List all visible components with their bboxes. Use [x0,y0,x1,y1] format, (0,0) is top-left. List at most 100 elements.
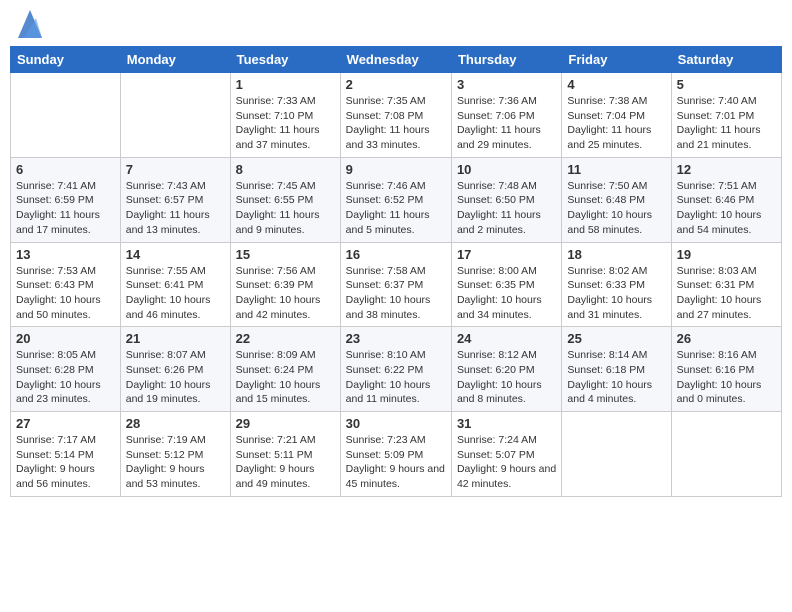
day-number: 22 [236,331,335,346]
calendar-cell: 18 Sunrise: 8:02 AM Sunset: 6:33 PM Dayli… [562,242,671,327]
day-number: 21 [126,331,225,346]
day-number: 9 [346,162,446,177]
calendar-cell: 10 Sunrise: 7:48 AM Sunset: 6:50 PM Dayli… [451,157,561,242]
weekday-header-wednesday: Wednesday [340,47,451,73]
calendar-cell: 22 Sunrise: 8:09 AM Sunset: 6:24 PM Dayli… [230,327,340,412]
calendar-cell [562,412,671,497]
calendar-cell: 6 Sunrise: 7:41 AM Sunset: 6:59 PM Daylig… [11,157,121,242]
calendar-cell: 28 Sunrise: 7:19 AM Sunset: 5:12 PM Dayli… [120,412,230,497]
day-number: 8 [236,162,335,177]
calendar-cell: 31 Sunrise: 7:24 AM Sunset: 5:07 PM Dayli… [451,412,561,497]
calendar-cell: 7 Sunrise: 7:43 AM Sunset: 6:57 PM Daylig… [120,157,230,242]
calendar-cell: 11 Sunrise: 7:50 AM Sunset: 6:48 PM Dayli… [562,157,671,242]
day-detail: Sunrise: 7:19 AM Sunset: 5:12 PM Dayligh… [126,433,225,492]
day-detail: Sunrise: 7:56 AM Sunset: 6:39 PM Dayligh… [236,264,335,323]
day-number: 31 [457,416,556,431]
calendar-cell: 8 Sunrise: 7:45 AM Sunset: 6:55 PM Daylig… [230,157,340,242]
day-detail: Sunrise: 8:10 AM Sunset: 6:22 PM Dayligh… [346,348,446,407]
day-number: 17 [457,247,556,262]
calendar-cell: 24 Sunrise: 8:12 AM Sunset: 6:20 PM Dayli… [451,327,561,412]
calendar-cell: 5 Sunrise: 7:40 AM Sunset: 7:01 PM Daylig… [671,73,781,158]
calendar-cell: 3 Sunrise: 7:36 AM Sunset: 7:06 PM Daylig… [451,73,561,158]
calendar-cell: 17 Sunrise: 8:00 AM Sunset: 6:35 PM Dayli… [451,242,561,327]
day-number: 19 [677,247,776,262]
calendar-cell: 30 Sunrise: 7:23 AM Sunset: 5:09 PM Dayli… [340,412,451,497]
day-detail: Sunrise: 7:58 AM Sunset: 6:37 PM Dayligh… [346,264,446,323]
day-detail: Sunrise: 7:55 AM Sunset: 6:41 PM Dayligh… [126,264,225,323]
day-detail: Sunrise: 7:23 AM Sunset: 5:09 PM Dayligh… [346,433,446,492]
day-detail: Sunrise: 8:09 AM Sunset: 6:24 PM Dayligh… [236,348,335,407]
day-detail: Sunrise: 7:45 AM Sunset: 6:55 PM Dayligh… [236,179,335,238]
day-number: 16 [346,247,446,262]
day-number: 4 [567,77,665,92]
day-detail: Sunrise: 7:33 AM Sunset: 7:10 PM Dayligh… [236,94,335,153]
day-detail: Sunrise: 7:24 AM Sunset: 5:07 PM Dayligh… [457,433,556,492]
calendar-table: SundayMondayTuesdayWednesdayThursdayFrid… [10,46,782,497]
calendar-cell: 1 Sunrise: 7:33 AM Sunset: 7:10 PM Daylig… [230,73,340,158]
day-number: 23 [346,331,446,346]
day-detail: Sunrise: 8:00 AM Sunset: 6:35 PM Dayligh… [457,264,556,323]
calendar-cell: 21Sunrise: 8:07 AM Sunset: 6:26 PM Dayli… [120,327,230,412]
day-detail: Sunrise: 7:35 AM Sunset: 7:08 PM Dayligh… [346,94,446,153]
day-number: 18 [567,247,665,262]
calendar-cell: 20Sunrise: 8:05 AM Sunset: 6:28 PM Dayli… [11,327,121,412]
calendar-week-row: 13Sunrise: 7:53 AM Sunset: 6:43 PM Dayli… [11,242,782,327]
calendar-week-row: 20Sunrise: 8:05 AM Sunset: 6:28 PM Dayli… [11,327,782,412]
day-number: 27 [16,416,115,431]
page-header [10,10,782,38]
day-detail: Sunrise: 7:40 AM Sunset: 7:01 PM Dayligh… [677,94,776,153]
calendar-cell: 27 Sunrise: 7:17 AM Sunset: 5:14 PM Dayli… [11,412,121,497]
calendar-cell: 26Sunrise: 8:16 AM Sunset: 6:16 PM Dayli… [671,327,781,412]
day-detail: Sunrise: 8:05 AM Sunset: 6:28 PM Dayligh… [16,348,115,407]
day-detail: Sunrise: 8:12 AM Sunset: 6:20 PM Dayligh… [457,348,556,407]
day-detail: Sunrise: 7:51 AM Sunset: 6:46 PM Dayligh… [677,179,776,238]
calendar-cell: 4Sunrise: 7:38 AM Sunset: 7:04 PM Daylig… [562,73,671,158]
calendar-cell: 25Sunrise: 8:14 AM Sunset: 6:18 PM Dayli… [562,327,671,412]
day-detail: Sunrise: 7:46 AM Sunset: 6:52 PM Dayligh… [346,179,446,238]
calendar-cell: 9 Sunrise: 7:46 AM Sunset: 6:52 PM Daylig… [340,157,451,242]
calendar-cell: 23 Sunrise: 8:10 AM Sunset: 6:22 PM Dayli… [340,327,451,412]
calendar-cell [120,73,230,158]
weekday-header-sunday: Sunday [11,47,121,73]
day-number: 7 [126,162,225,177]
day-number: 28 [126,416,225,431]
day-number: 30 [346,416,446,431]
day-detail: Sunrise: 8:14 AM Sunset: 6:18 PM Dayligh… [567,348,665,407]
calendar-cell: 19Sunrise: 8:03 AM Sunset: 6:31 PM Dayli… [671,242,781,327]
weekday-header-row: SundayMondayTuesdayWednesdayThursdayFrid… [11,47,782,73]
calendar-cell: 13Sunrise: 7:53 AM Sunset: 6:43 PM Dayli… [11,242,121,327]
calendar-cell: 15Sunrise: 7:56 AM Sunset: 6:39 PM Dayli… [230,242,340,327]
calendar-cell: 14 Sunrise: 7:55 AM Sunset: 6:41 PM Dayli… [120,242,230,327]
day-number: 10 [457,162,556,177]
day-detail: Sunrise: 7:53 AM Sunset: 6:43 PM Dayligh… [16,264,115,323]
day-detail: Sunrise: 8:02 AM Sunset: 6:33 PM Dayligh… [567,264,665,323]
logo [14,10,42,38]
day-number: 5 [677,77,776,92]
day-detail: Sunrise: 7:48 AM Sunset: 6:50 PM Dayligh… [457,179,556,238]
day-detail: Sunrise: 7:43 AM Sunset: 6:57 PM Dayligh… [126,179,225,238]
calendar-cell [11,73,121,158]
day-number: 11 [567,162,665,177]
calendar-week-row: 6 Sunrise: 7:41 AM Sunset: 6:59 PM Daylig… [11,157,782,242]
weekday-header-thursday: Thursday [451,47,561,73]
day-number: 24 [457,331,556,346]
day-number: 14 [126,247,225,262]
day-number: 26 [677,331,776,346]
day-number: 12 [677,162,776,177]
calendar-cell: 16 Sunrise: 7:58 AM Sunset: 6:37 PM Dayli… [340,242,451,327]
weekday-header-friday: Friday [562,47,671,73]
day-detail: Sunrise: 7:21 AM Sunset: 5:11 PM Dayligh… [236,433,335,492]
calendar-week-row: 1 Sunrise: 7:33 AM Sunset: 7:10 PM Daylig… [11,73,782,158]
day-number: 1 [236,77,335,92]
day-detail: Sunrise: 7:17 AM Sunset: 5:14 PM Dayligh… [16,433,115,492]
weekday-header-saturday: Saturday [671,47,781,73]
day-number: 6 [16,162,115,177]
day-number: 3 [457,77,556,92]
day-detail: Sunrise: 7:50 AM Sunset: 6:48 PM Dayligh… [567,179,665,238]
calendar-cell: 29Sunrise: 7:21 AM Sunset: 5:11 PM Dayli… [230,412,340,497]
calendar-week-row: 27 Sunrise: 7:17 AM Sunset: 5:14 PM Dayli… [11,412,782,497]
day-number: 2 [346,77,446,92]
day-detail: Sunrise: 7:41 AM Sunset: 6:59 PM Dayligh… [16,179,115,238]
weekday-header-monday: Monday [120,47,230,73]
day-detail: Sunrise: 7:36 AM Sunset: 7:06 PM Dayligh… [457,94,556,153]
